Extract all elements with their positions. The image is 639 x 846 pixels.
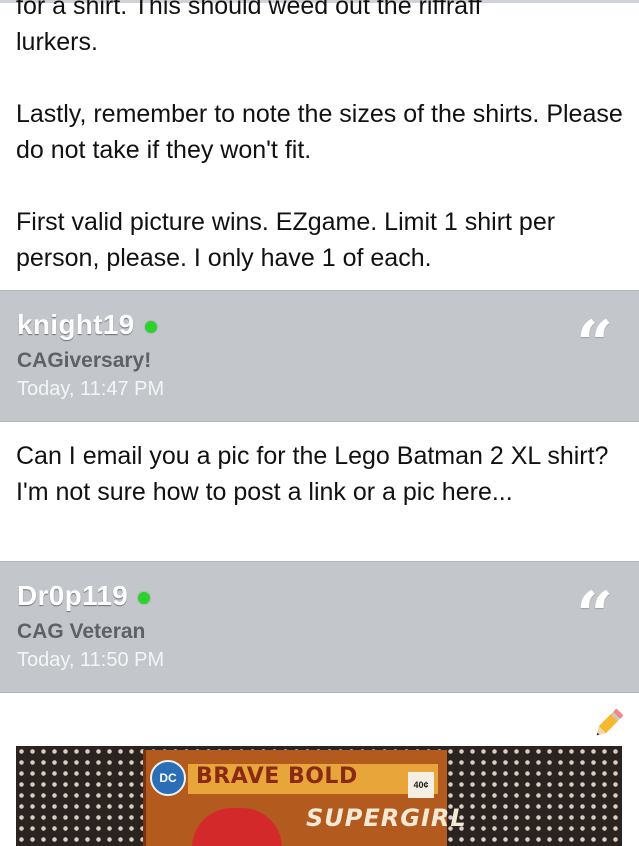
- username[interactable]: Dr0p119: [17, 580, 128, 612]
- pencil-icon[interactable]: [591, 707, 625, 741]
- post-body: for a shirt. This should weed out the ri…: [16, 0, 623, 276]
- quote-icon[interactable]: “: [576, 313, 613, 365]
- post-body: Can I email you a pic for the Lego Batma…: [16, 438, 623, 510]
- post-timestamp: Today, 11:47 PM: [17, 378, 165, 400]
- post-timestamp: Today, 11:50 PM: [17, 649, 165, 671]
- comic-subtitle: SUPERGIRL: [306, 804, 467, 832]
- user-title: CAGiversary!: [17, 349, 152, 372]
- post-text-line: lurkers.: [16, 28, 98, 56]
- attached-photo[interactable]: DC BRAVE BOLD 40¢ SUPERGIRL: [16, 746, 622, 846]
- user-title: CAG Veteran: [17, 620, 146, 643]
- post-paragraph: Lastly, remember to note the sizes of th…: [16, 100, 623, 164]
- comic-cover: DC BRAVE BOLD 40¢ SUPERGIRL: [143, 750, 466, 846]
- post-paragraph: Can I email you a pic for the Lego Batma…: [16, 442, 609, 506]
- comic-price: 40¢: [408, 772, 434, 798]
- post-text-line: for a shirt. This should weed out the ri…: [16, 0, 482, 20]
- online-status-icon: [138, 592, 151, 604]
- comic-art: [192, 808, 282, 846]
- quote-icon[interactable]: “: [576, 584, 613, 636]
- post-paragraph: First valid picture wins. EZgame. Limit …: [16, 208, 556, 272]
- dc-logo: DC: [150, 760, 186, 796]
- comic-title: BRAVE BOLD: [196, 764, 358, 789]
- username[interactable]: knight19: [17, 309, 135, 341]
- post-header: knight19 CAGiversary! Today, 11:47 PM “: [0, 290, 639, 422]
- post-header: Dr0p119 CAG Veteran Today, 11:50 PM “: [0, 561, 639, 693]
- online-status-icon: [144, 321, 157, 333]
